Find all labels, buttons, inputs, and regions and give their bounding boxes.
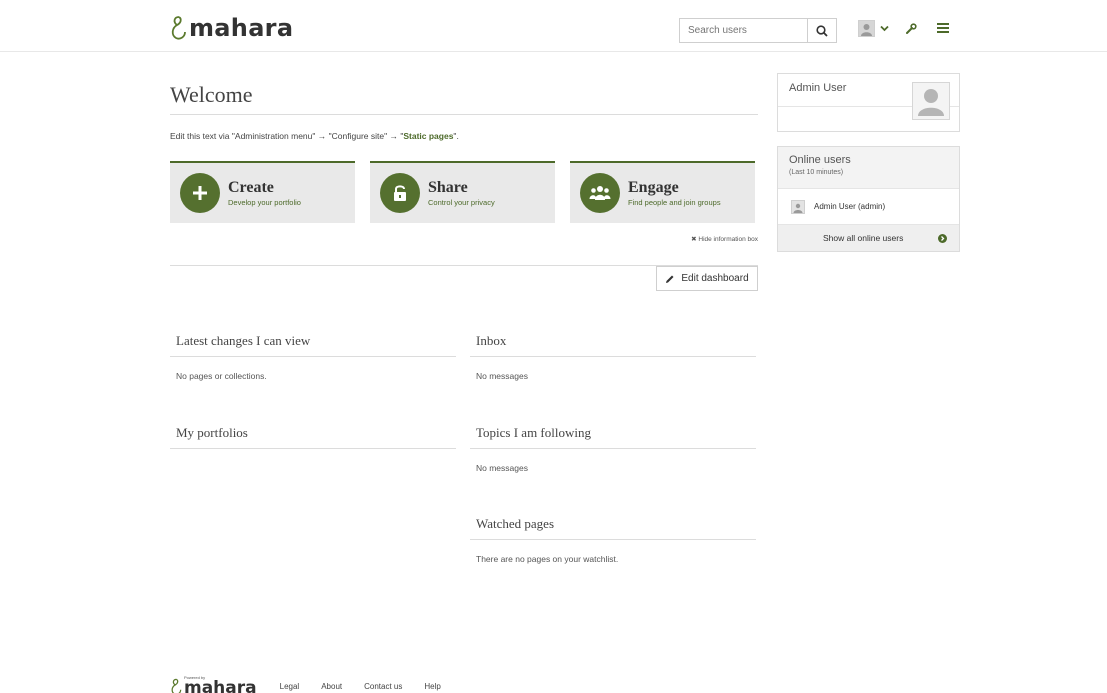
arrow-circle-right-icon bbox=[938, 233, 947, 243]
footer-link-about[interactable]: About bbox=[321, 682, 342, 691]
sidebar-profile-box: Admin User bbox=[777, 73, 960, 132]
mahara-logo[interactable]: mahara bbox=[170, 14, 293, 42]
show-all-online-users-button[interactable]: Show all online users bbox=[778, 224, 959, 251]
online-users-header: Online users (Last 10 minutes) bbox=[778, 147, 959, 189]
search-icon bbox=[816, 24, 828, 37]
search-button[interactable] bbox=[807, 18, 837, 43]
profile-avatar[interactable] bbox=[912, 82, 950, 120]
edit-dashboard-button[interactable]: Edit dashboard bbox=[656, 266, 758, 291]
footer-link-contact[interactable]: Contact us bbox=[364, 682, 402, 691]
block-body: There are no pages on your watchlist. bbox=[476, 554, 619, 564]
hide-info-box-link[interactable]: ✖ Hide information box bbox=[170, 235, 758, 243]
tile-subtitle: Find people and join groups bbox=[628, 198, 721, 207]
online-users-box: Online users (Last 10 minutes) Admin Use… bbox=[777, 146, 960, 252]
user-silhouette-icon bbox=[918, 89, 944, 116]
footer-logo-text: mahara bbox=[184, 678, 257, 693]
footer-link-help[interactable]: Help bbox=[424, 682, 440, 691]
tile-title: Create bbox=[228, 179, 274, 196]
tile-title: Share bbox=[428, 179, 468, 196]
main-menu-icon[interactable] bbox=[937, 23, 949, 33]
show-all-label: Show all online users bbox=[823, 233, 904, 243]
close-icon: ✖ bbox=[691, 236, 697, 243]
hide-info-label: Hide information box bbox=[698, 236, 758, 243]
tile-create[interactable]: Create Develop your portfolio bbox=[170, 161, 355, 223]
tile-subtitle: Develop your portfolio bbox=[228, 198, 301, 207]
block-title: Topics I am following bbox=[470, 419, 756, 449]
block-title: My portfolios bbox=[170, 419, 456, 449]
mahara-logo-mark-icon bbox=[171, 678, 182, 693]
plus-icon bbox=[180, 173, 220, 213]
online-user-name: Admin User (admin) bbox=[814, 202, 886, 211]
logo-text: mahara bbox=[189, 14, 294, 42]
online-users-title: Online users bbox=[789, 154, 851, 166]
site-header: mahara bbox=[0, 0, 1107, 52]
block-inbox: Inbox No messages bbox=[470, 327, 756, 381]
intro-text: Edit this text via "Administration menu"… bbox=[170, 131, 758, 141]
footer-link-legal[interactable]: Legal bbox=[280, 682, 300, 691]
block-watched-pages: Watched pages There are no pages on your… bbox=[470, 510, 756, 564]
main-content: Welcome Edit this text via "Administrati… bbox=[170, 75, 758, 295]
block-title: Inbox bbox=[470, 327, 756, 357]
user-menu-toggle[interactable] bbox=[858, 20, 889, 37]
block-topics-following: Topics I am following No messages bbox=[470, 419, 756, 473]
block-body: No messages bbox=[476, 463, 528, 473]
block-my-portfolios: My portfolios bbox=[170, 419, 456, 449]
online-users-subtitle: (Last 10 minutes) bbox=[789, 169, 844, 176]
unlock-icon bbox=[380, 173, 420, 213]
chevron-down-icon bbox=[880, 25, 889, 32]
block-body: No messages bbox=[476, 371, 528, 381]
dashboard-edit-bar: Edit dashboard bbox=[170, 265, 758, 295]
site-footer: Powered by mahara Legal About Contact us… bbox=[170, 676, 441, 693]
intro-suffix: ". bbox=[453, 131, 459, 141]
user-avatar-icon bbox=[858, 20, 875, 37]
edit-dashboard-label: Edit dashboard bbox=[681, 273, 749, 284]
intro-prefix: Edit this text via "Administration menu"… bbox=[170, 131, 404, 141]
admin-wrench-icon[interactable] bbox=[906, 23, 917, 34]
user-avatar-icon bbox=[791, 199, 805, 214]
block-latest-changes: Latest changes I can view No pages or co… bbox=[170, 327, 456, 381]
mahara-logo-mark-icon bbox=[171, 16, 186, 40]
tile-share[interactable]: Share Control your privacy bbox=[370, 161, 555, 223]
search-users-input[interactable] bbox=[679, 18, 807, 43]
users-icon bbox=[580, 173, 620, 213]
tile-engage[interactable]: Engage Find people and join groups bbox=[570, 161, 755, 223]
page-title: Welcome bbox=[170, 75, 758, 115]
online-user-item[interactable]: Admin User (admin) bbox=[778, 189, 959, 224]
block-body: No pages or collections. bbox=[176, 371, 267, 381]
pencil-icon bbox=[666, 275, 674, 283]
block-title: Latest changes I can view bbox=[170, 327, 456, 357]
footer-links: Legal About Contact us Help bbox=[280, 682, 441, 691]
info-tiles: Create Develop your portfolio Share Cont… bbox=[170, 161, 758, 223]
tile-title: Engage bbox=[628, 179, 679, 196]
static-pages-link[interactable]: Static pages bbox=[403, 131, 453, 141]
powered-by-mahara-logo[interactable]: Powered by mahara bbox=[170, 676, 257, 693]
block-title: Watched pages bbox=[470, 510, 756, 540]
tile-subtitle: Control your privacy bbox=[428, 198, 495, 207]
user-search bbox=[679, 18, 837, 43]
